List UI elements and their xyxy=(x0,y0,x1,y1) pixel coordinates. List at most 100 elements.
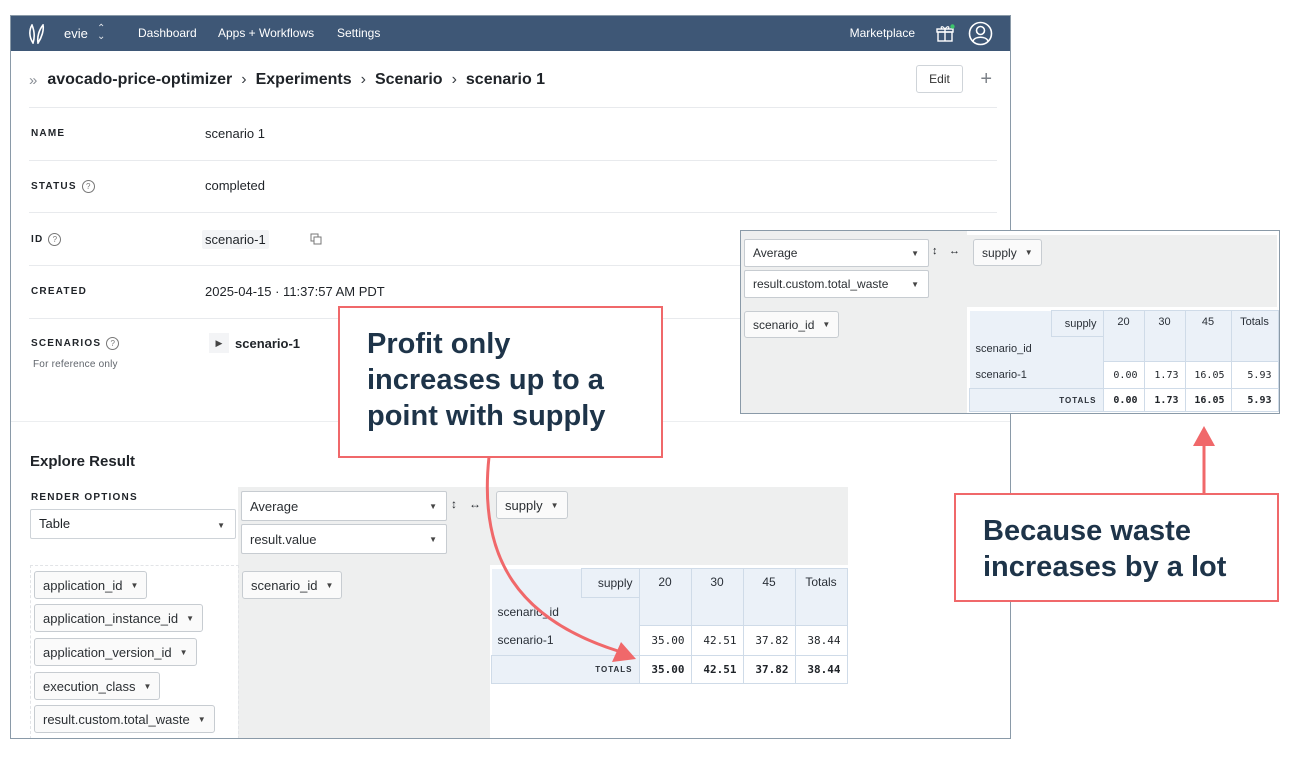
top-navigation-bar: evie ⌃ ⌄ Dashboard Apps + Workflows Setti… xyxy=(11,16,1010,51)
total-value: 0.00 xyxy=(1102,388,1145,412)
explore-result-title: Explore Result xyxy=(30,453,136,470)
profit-callout-line: Profit only xyxy=(367,328,511,360)
dropdown-caret-icon: ▼ xyxy=(822,320,831,329)
sort-rows-icon[interactable]: ↕ xyxy=(932,245,938,257)
waste-arrow-head xyxy=(1193,426,1215,446)
waste-pivot-table: supply 20 30 45 Totals scenario_id scena… xyxy=(969,310,1279,412)
dropdown-caret-icon: ▼ xyxy=(217,521,225,530)
col-header-label: supply xyxy=(1050,310,1104,337)
col-header: 30 xyxy=(1143,310,1186,362)
col-attr-label: supply xyxy=(505,497,543,513)
attr-pill-total-waste[interactable]: result.custom.total_waste ▼ xyxy=(34,705,215,733)
attr-label: application_instance_id xyxy=(43,610,179,626)
waste-aggregator-select[interactable]: Average ▼ xyxy=(744,239,929,267)
col-header: 20 xyxy=(1102,310,1145,362)
value-field-value: result.value xyxy=(250,531,317,547)
waste-aggregator-value: Average xyxy=(753,246,798,260)
chevron-updown-icon[interactable]: ⌃ ⌄ xyxy=(97,24,105,42)
col-header-label: supply xyxy=(580,568,640,598)
total-value: 5.93 xyxy=(1230,388,1279,412)
col-attr-pill[interactable]: supply ▼ xyxy=(496,491,568,519)
id-value: scenario-1 xyxy=(202,230,269,249)
dropdown-caret-icon: ▼ xyxy=(429,534,437,544)
attr-pill-application-version-id[interactable]: application_version_id ▼ xyxy=(34,638,197,666)
cell-value: 37.82 xyxy=(742,625,796,656)
attr-label: result.custom.total_waste xyxy=(43,711,190,727)
profit-callout-line: point with supply xyxy=(367,400,606,432)
attr-label: execution_class xyxy=(43,678,136,694)
render-type-select[interactable]: Table ▼ xyxy=(30,509,236,539)
breadcrumb-scenario[interactable]: Scenario xyxy=(375,71,443,89)
value-field-select[interactable]: result.value ▼ xyxy=(241,524,447,554)
waste-col-attr-label: supply xyxy=(982,245,1017,260)
col-header-totals: Totals xyxy=(794,568,848,626)
waste-value-field-value: result.custom.total_waste xyxy=(753,277,889,291)
col-header-totals: Totals xyxy=(1230,310,1279,362)
scenarios-label: SCENARIOS xyxy=(31,338,102,350)
breadcrumb-separator: › xyxy=(241,71,247,88)
totals-label: TOTALS xyxy=(491,655,640,684)
row-header-label: scenario_id xyxy=(969,336,1051,362)
nav-apps-workflows[interactable]: Apps + Workflows xyxy=(218,26,314,40)
nav-settings[interactable]: Settings xyxy=(337,26,380,40)
dropdown-caret-icon: ▼ xyxy=(197,714,206,724)
sort-cols-icon[interactable]: ↔ xyxy=(949,245,960,257)
detail-row-name: NAME scenario 1 xyxy=(29,107,997,161)
status-value: completed xyxy=(205,178,265,193)
dropdown-caret-icon: ▼ xyxy=(186,613,195,623)
help-icon[interactable]: ? xyxy=(81,180,95,193)
gift-icon[interactable] xyxy=(935,24,955,44)
expand-caret-icon[interactable]: ▶ xyxy=(209,333,229,353)
row-attr-label: scenario_id xyxy=(251,577,318,593)
waste-callout-line: Because waste xyxy=(983,515,1191,547)
user-avatar-icon[interactable] xyxy=(968,21,993,46)
col-header: 45 xyxy=(742,568,796,626)
scenario-link[interactable]: scenario-1 xyxy=(235,336,300,351)
dropdown-caret-icon: ▼ xyxy=(911,248,919,258)
account-switcher[interactable]: evie xyxy=(64,26,88,41)
col-header: 30 xyxy=(690,568,744,626)
attr-pill-application-id[interactable]: application_id ▼ xyxy=(34,571,148,599)
total-value: 37.82 xyxy=(742,655,796,684)
attr-pill-application-instance-id[interactable]: application_instance_id ▼ xyxy=(34,604,204,632)
add-icon[interactable]: + xyxy=(980,68,992,91)
cell-value: 35.00 xyxy=(638,625,692,656)
created-value: 2025-04-15 · 11:37:57 AM PDT xyxy=(205,284,385,299)
breadcrumb-separator: › xyxy=(360,71,366,88)
waste-row-attr-pill[interactable]: scenario_id ▼ xyxy=(744,311,840,338)
nav-dashboard[interactable]: Dashboard xyxy=(138,26,197,40)
total-value: 35.00 xyxy=(638,655,692,684)
help-icon[interactable]: ? xyxy=(48,233,62,246)
cell-value: 1.73 xyxy=(1143,361,1186,389)
nav-marketplace[interactable]: Marketplace xyxy=(850,26,915,40)
leaf-logo-icon[interactable] xyxy=(29,24,45,44)
col-header: 45 xyxy=(1184,310,1232,362)
cell-value: 0.00 xyxy=(1102,361,1145,389)
waste-col-attr-pill[interactable]: supply ▼ xyxy=(973,239,1042,266)
waste-callout-line: increases by a lot xyxy=(983,551,1227,583)
row-label: scenario-1 xyxy=(969,361,1103,389)
sort-rows-icon[interactable]: ↕ xyxy=(451,497,457,511)
copy-icon[interactable] xyxy=(310,233,322,245)
dropdown-caret-icon: ▼ xyxy=(429,501,437,511)
attr-pill-execution-class[interactable]: execution_class ▼ xyxy=(34,672,161,700)
dropdown-caret-icon: ▼ xyxy=(911,279,919,289)
row-header-label: scenario_id xyxy=(491,597,581,626)
aggregator-select[interactable]: Average ▼ xyxy=(241,491,447,521)
dropdown-caret-icon: ▼ xyxy=(550,500,559,510)
name-label: NAME xyxy=(31,128,66,139)
detail-row-status: STATUS? completed xyxy=(29,160,997,213)
waste-value-field-select[interactable]: result.custom.total_waste ▼ xyxy=(744,270,929,298)
id-label: ID xyxy=(31,234,44,246)
breadcrumb-app[interactable]: avocado-price-optimizer xyxy=(47,71,232,89)
sort-cols-icon[interactable]: ↔ xyxy=(469,497,481,511)
expand-sidebar-icon[interactable]: » xyxy=(29,72,37,89)
breadcrumb-experiments[interactable]: Experiments xyxy=(256,71,352,89)
pivot-table: supply 20 30 45 Totals scenario_id scena… xyxy=(491,568,848,684)
total-value: 16.05 xyxy=(1184,388,1232,412)
breadcrumb: » avocado-price-optimizer › Experiments … xyxy=(29,70,545,90)
row-attr-pill[interactable]: scenario_id ▼ xyxy=(242,571,343,599)
edit-button[interactable]: Edit xyxy=(916,65,963,93)
help-icon[interactable]: ? xyxy=(106,337,120,350)
cell-value: 38.44 xyxy=(794,625,848,656)
